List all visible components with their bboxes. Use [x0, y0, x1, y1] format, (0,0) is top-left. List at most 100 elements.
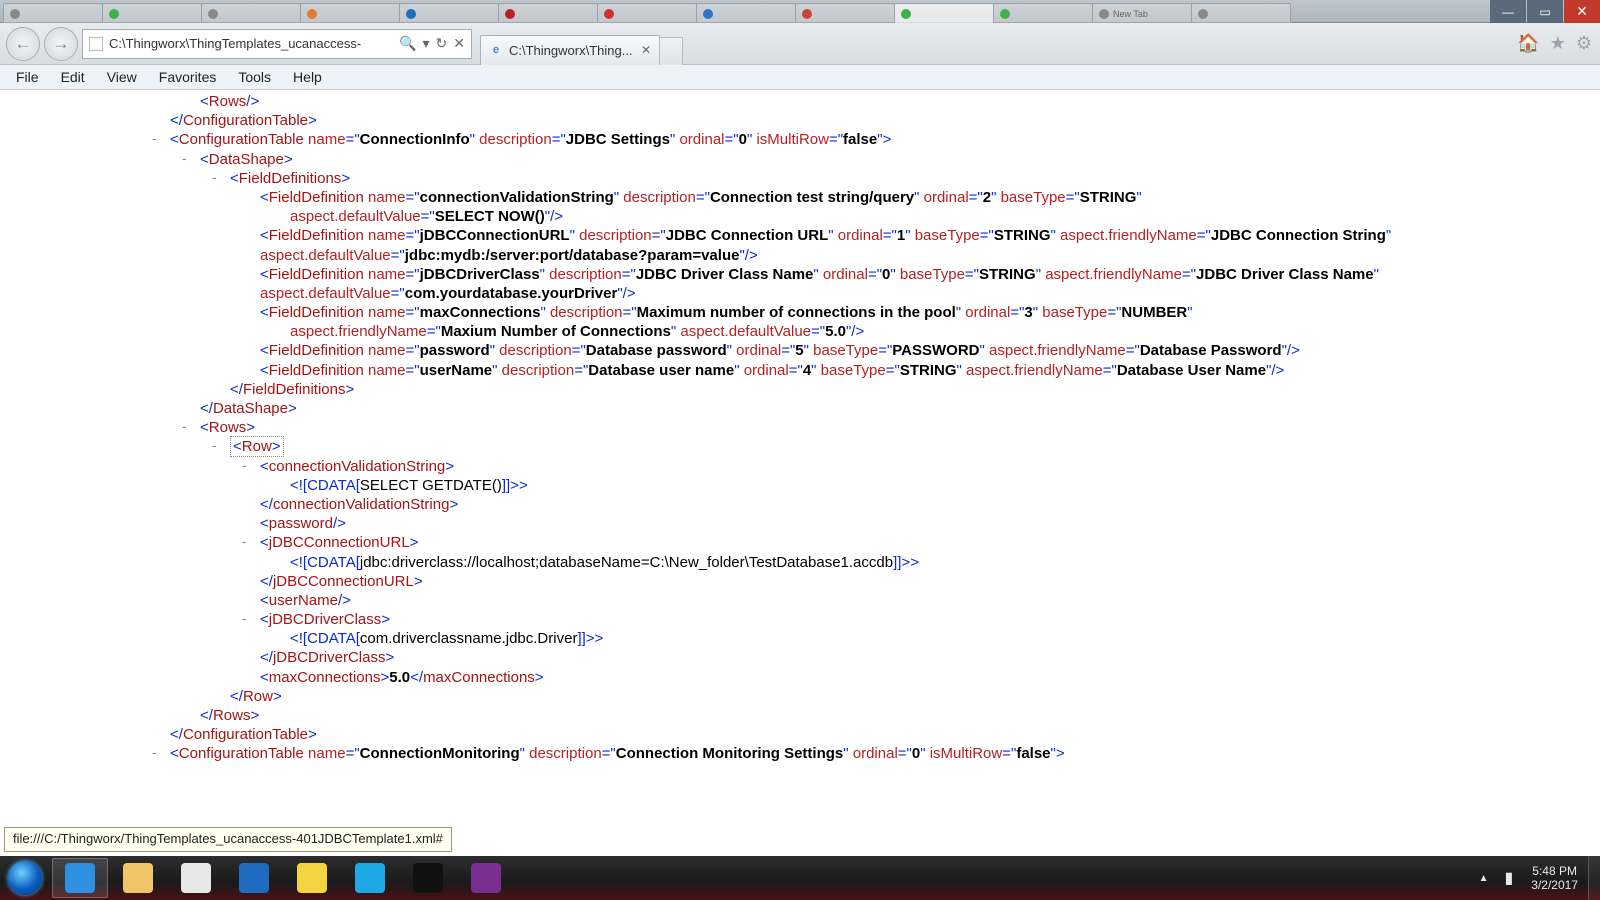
page-icon [89, 37, 103, 51]
ie-tabstrip: e C:\Thingworx\Thing... ✕ [480, 23, 683, 65]
selected-row-element[interactable]: <Row> [230, 436, 284, 457]
other-window-tab[interactable] [498, 3, 598, 23]
favicon-icon [604, 9, 614, 19]
tray-show-hidden-icon[interactable]: ▲ [1471, 873, 1497, 884]
skype-icon [355, 863, 385, 893]
window-titlebar: New Tab — ▭ ✕ [0, 0, 1600, 23]
collapse-toggle-icon[interactable]: - [152, 744, 157, 762]
settings-gear-icon[interactable]: ⚙ [1576, 33, 1592, 54]
address-bar[interactable]: C:\Thingworx\ThingTemplates_ucanaccess- … [82, 29, 472, 59]
menu-favorites[interactable]: Favorites [149, 67, 227, 87]
forward-button[interactable]: → [44, 27, 78, 61]
menu-view[interactable]: View [97, 67, 147, 87]
other-window-tab[interactable] [399, 3, 499, 23]
search-icon[interactable]: 🔍 [399, 35, 416, 52]
other-window-tab[interactable] [201, 3, 301, 23]
taskbar-item-chrome[interactable] [168, 858, 224, 898]
collapse-toggle-icon[interactable]: - [182, 418, 187, 436]
favorites-icon[interactable]: ★ [1550, 33, 1566, 54]
favicon-icon [109, 9, 119, 19]
collapse-toggle-icon[interactable]: - [212, 437, 217, 455]
menu-file[interactable]: File [6, 67, 49, 87]
window-minimize-button[interactable]: — [1490, 0, 1526, 23]
windows-logo-icon [8, 861, 42, 895]
favicon-icon [307, 9, 317, 19]
new-tab-button[interactable] [659, 37, 683, 65]
outlook-icon [239, 863, 269, 893]
clock-date: 3/2/2017 [1531, 878, 1578, 892]
other-window-tab[interactable] [696, 3, 796, 23]
collapse-toggle-icon[interactable]: - [242, 533, 247, 551]
stop-icon[interactable]: ✕ [453, 35, 465, 52]
dropdown-icon[interactable]: ▾ [423, 35, 430, 52]
favicon-icon [10, 9, 20, 19]
tab-close-icon[interactable]: ✕ [641, 43, 651, 57]
favicon-icon [1000, 9, 1010, 19]
tab-active[interactable]: e C:\Thingworx\Thing... ✕ [480, 35, 660, 65]
onenote-icon [471, 863, 501, 893]
taskbar-item-file-explorer[interactable] [110, 858, 166, 898]
browser-tabstrip-other-window: New Tab [3, 3, 1290, 23]
taskbar-items [50, 858, 514, 898]
home-icon[interactable]: 🏠 [1517, 33, 1539, 54]
system-tray: ▲ ▮ 5:48 PM 3/2/2017 [1471, 856, 1600, 900]
taskbar: ▲ ▮ 5:48 PM 3/2/2017 [0, 856, 1600, 900]
tab-label: C:\Thingworx\Thing... [509, 43, 635, 58]
window-controls: — ▭ ✕ [1490, 0, 1600, 23]
favicon-icon [1099, 9, 1109, 19]
menu-tools[interactable]: Tools [228, 67, 281, 87]
file-explorer-icon [123, 863, 153, 893]
cmd-icon [413, 863, 443, 893]
clock[interactable]: 5:48 PM 3/2/2017 [1521, 864, 1588, 893]
favicon-icon [505, 9, 515, 19]
taskbar-item-internet-explorer[interactable] [52, 858, 108, 898]
favicon-icon [703, 9, 713, 19]
window-close-button[interactable]: ✕ [1564, 0, 1600, 23]
favicon-icon [802, 9, 812, 19]
taskbar-item-outlook[interactable] [226, 858, 282, 898]
collapse-toggle-icon[interactable]: - [242, 457, 247, 475]
favicon-icon [1198, 9, 1208, 19]
sticky-notes-icon [297, 863, 327, 893]
window-maximize-button[interactable]: ▭ [1527, 0, 1563, 23]
ie-right-icons: 🏠 ★ ⚙ [1517, 33, 1592, 54]
other-window-tab[interactable] [3, 3, 103, 23]
clock-time: 5:48 PM [1531, 864, 1578, 878]
collapse-toggle-icon[interactable]: - [212, 169, 217, 187]
ie-toolbar: ← → C:\Thingworx\ThingTemplates_ucanacce… [0, 23, 1600, 65]
taskbar-item-cmd[interactable] [400, 858, 456, 898]
collapse-toggle-icon[interactable]: - [242, 610, 247, 628]
favicon-icon [901, 9, 911, 19]
xml-tree: <Rows/> </ConfigurationTable> -<Configur… [10, 92, 1590, 764]
favicon-icon [208, 9, 218, 19]
taskbar-item-sticky-notes[interactable] [284, 858, 340, 898]
menu-bar: File Edit View Favorites Tools Help [0, 65, 1600, 90]
collapse-toggle-icon[interactable]: - [182, 150, 187, 168]
ie-favicon-icon: e [489, 43, 503, 57]
taskbar-item-skype[interactable] [342, 858, 398, 898]
internet-explorer-icon [65, 863, 95, 893]
other-window-tab[interactable] [597, 3, 697, 23]
menu-help[interactable]: Help [283, 67, 332, 87]
chrome-icon [181, 863, 211, 893]
other-window-tab[interactable] [795, 3, 895, 23]
menu-edit[interactable]: Edit [51, 67, 95, 87]
other-window-tab[interactable] [300, 3, 400, 23]
other-window-tab[interactable] [1191, 3, 1291, 23]
start-button[interactable] [0, 856, 50, 900]
favicon-icon [406, 9, 416, 19]
other-window-tab[interactable]: New Tab [1092, 3, 1192, 23]
taskbar-item-onenote[interactable] [458, 858, 514, 898]
xml-viewer[interactable]: <Rows/> </ConfigurationTable> -<Configur… [0, 90, 1600, 856]
address-bar-icons: 🔍 ▾ ↻ ✕ [399, 35, 465, 52]
other-window-tab[interactable] [993, 3, 1093, 23]
collapse-toggle-icon[interactable]: - [152, 130, 157, 148]
address-text: C:\Thingworx\ThingTemplates_ucanaccess- [109, 36, 399, 51]
status-tooltip: file:///C:/Thingworx/ThingTemplates_ucan… [4, 827, 452, 852]
other-window-tab[interactable] [894, 3, 994, 23]
other-window-tab[interactable] [102, 3, 202, 23]
refresh-icon[interactable]: ↻ [436, 35, 448, 52]
back-button[interactable]: ← [6, 27, 40, 61]
show-desktop-button[interactable] [1588, 856, 1600, 900]
battery-icon[interactable]: ▮ [1496, 868, 1521, 888]
